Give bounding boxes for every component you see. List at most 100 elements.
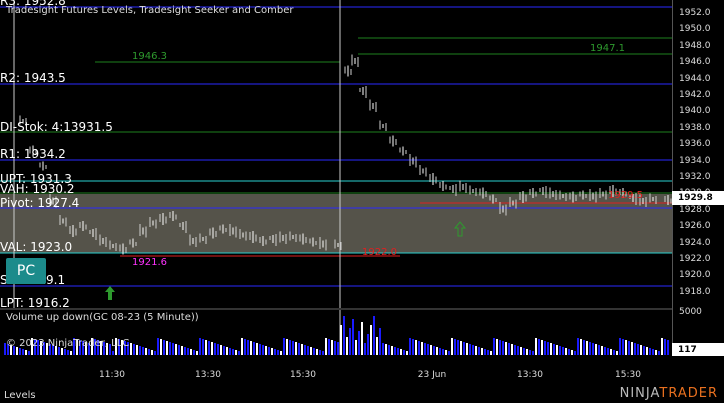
volume-bar <box>250 341 252 355</box>
price-axis[interactable]: 1952.0 1950.0 1948.0 1946.0 1944.0 1942.0 1940… <box>672 0 724 356</box>
volume-bar <box>211 342 213 355</box>
volume-bar <box>595 344 597 355</box>
volume-bar <box>388 345 390 355</box>
volume-bar <box>175 344 177 355</box>
volume-bar <box>481 348 483 355</box>
volume-bar <box>586 341 588 355</box>
overlap-label: DI-Stok: 4:13931.5 <box>0 120 113 134</box>
volume-bar <box>634 343 636 355</box>
volume-bar <box>373 316 375 355</box>
volume-bar <box>508 343 510 355</box>
price-chart-svg[interactable] <box>0 0 672 308</box>
volume-bar <box>163 340 165 355</box>
volume-bar <box>70 351 72 355</box>
volume-bar <box>556 345 558 355</box>
volume-bar <box>451 338 453 355</box>
r2-label: R2: 1943.5 <box>0 71 66 85</box>
buy-arrow-1 <box>105 286 115 300</box>
volume-bar <box>454 339 456 355</box>
volume-bar <box>151 350 153 355</box>
volume-bar <box>526 349 528 355</box>
volume-bar <box>511 344 513 355</box>
volume-bar <box>256 343 258 355</box>
volume-bar <box>664 339 666 355</box>
volume-bar <box>583 340 585 355</box>
volume-bar <box>346 337 348 355</box>
volume-bar <box>178 345 180 355</box>
volume-bar <box>193 350 195 355</box>
volume-bar <box>28 351 30 355</box>
volume-bar <box>466 343 468 355</box>
volume-bar <box>205 340 207 355</box>
price-chart-panel[interactable]: Tradesight Futures Levels, Tradesight Se… <box>0 0 672 308</box>
volume-bar <box>382 343 384 355</box>
volume-bar <box>475 346 477 355</box>
volume-bar <box>487 350 489 355</box>
current-volume-badge: 117 <box>672 343 724 357</box>
lpt-label: LPT: 1916.2 <box>0 296 70 308</box>
volume-bar <box>271 348 273 355</box>
volume-bar <box>574 351 576 355</box>
volume-bar <box>310 347 312 355</box>
r1-label: R1: 1934.2 <box>0 147 66 161</box>
volume-bar <box>385 344 387 355</box>
volume-bar <box>367 334 369 355</box>
volume-bar <box>283 338 285 355</box>
volume-bar <box>352 319 354 355</box>
volume-bar <box>418 341 420 355</box>
volume-bar <box>304 345 306 355</box>
volume-bar <box>445 350 447 355</box>
volume-bar <box>397 348 399 355</box>
volume-bar <box>403 350 405 355</box>
volume-panel[interactable]: Volume up down(GC 08-23 (5 Minute)) © 20… <box>0 310 672 355</box>
volume-bar <box>505 342 507 355</box>
volume-bar <box>472 345 474 355</box>
volume-bar <box>133 344 135 355</box>
volume-bar <box>142 347 144 355</box>
volume-bar <box>217 344 219 355</box>
volume-bar <box>433 346 435 355</box>
volume-bar <box>361 322 363 355</box>
time-tick-6: 15:30 <box>615 370 641 380</box>
volume-bar <box>190 349 192 355</box>
volume-bar <box>262 345 264 355</box>
pc-button[interactable]: PC <box>6 258 46 284</box>
volume-bar <box>313 348 315 355</box>
price-tick: 1922.0 <box>679 254 711 264</box>
volume-bar <box>643 346 645 355</box>
volume-bar <box>622 339 624 355</box>
price-tick: 1932.0 <box>679 172 711 182</box>
volume-bar <box>379 328 381 355</box>
volume-bar <box>241 338 243 355</box>
volume-bar <box>376 337 378 355</box>
volume-bar <box>460 341 462 355</box>
volume-bar <box>199 338 201 355</box>
volume-bar <box>364 343 366 355</box>
time-tick-5: 13:30 <box>517 370 543 380</box>
panel-separator <box>0 308 724 310</box>
price-tick: 1936.0 <box>679 139 711 150</box>
volume-bar <box>409 338 411 355</box>
volume-bar <box>160 339 162 355</box>
ninjatrader-logo: NINJATRADER <box>620 386 718 401</box>
volume-bar <box>592 343 594 355</box>
volume-bar <box>529 350 531 355</box>
volume-bar <box>661 338 663 355</box>
time-axis[interactable]: 11:30 13:30 15:30 23 Jun 13:30 15:30 Lev… <box>0 356 724 403</box>
volume-bar <box>649 348 651 355</box>
volume-bar <box>292 341 294 355</box>
volume-bar <box>220 345 222 355</box>
volume-bar <box>307 346 309 355</box>
copyright-text: © 2023 NinjaTrader, LLC <box>6 338 130 349</box>
volume-bar <box>286 339 288 355</box>
price-tick: 1938.0 <box>679 122 711 133</box>
volume-bar <box>196 351 198 355</box>
volume-bar <box>337 342 339 355</box>
volume-bar <box>520 347 522 355</box>
volume-bar <box>202 339 204 355</box>
volume-bar <box>226 347 228 355</box>
levels-tab[interactable]: Levels <box>4 389 36 403</box>
volume-bar <box>154 351 156 355</box>
volume-bar <box>349 328 351 355</box>
price-tick: 1944.0 <box>679 73 711 84</box>
